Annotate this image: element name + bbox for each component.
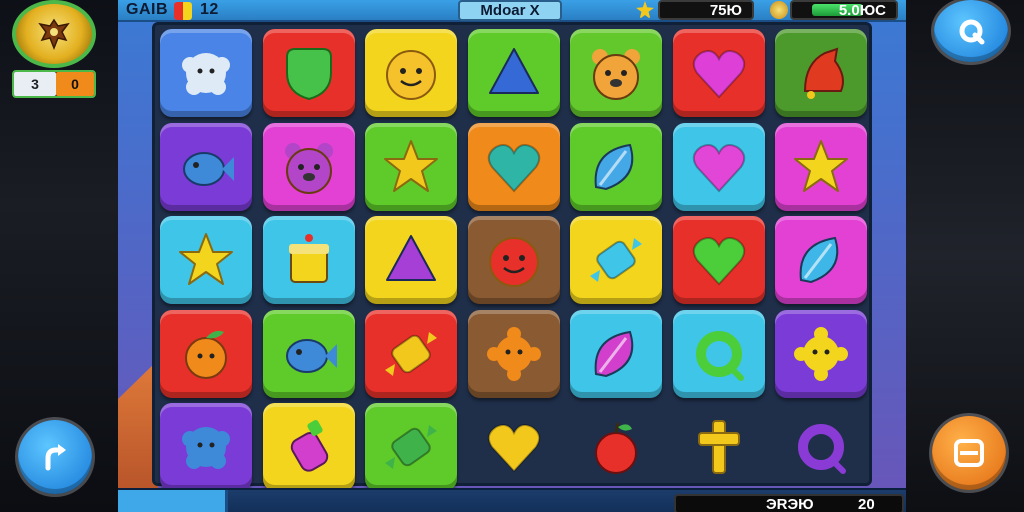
bottom-score-panel: ЭRЭЮ 20	[674, 494, 904, 512]
board-tile[interactable]	[467, 309, 560, 398]
moves-value: 75Ю	[709, 2, 742, 19]
top-hud-bar: GAIB 12 Mdoar X 75Ю 5.0ЮC	[118, 0, 906, 22]
game-board	[152, 22, 872, 491]
board-tile[interactable]	[262, 216, 355, 304]
booster-icon	[174, 2, 192, 20]
star-piece-icon	[179, 233, 233, 285]
heart-piece-icon	[487, 143, 540, 192]
board-tile[interactable]	[673, 403, 765, 491]
coins-value: 5.0ЮC	[838, 2, 886, 19]
star-piece-icon	[384, 139, 438, 192]
ring-piece-icon	[695, 330, 744, 381]
flower-piece-icon	[794, 326, 848, 381]
leaf-piece-icon	[799, 236, 839, 284]
board-tile[interactable]	[365, 122, 457, 211]
board-tile[interactable]	[365, 309, 457, 398]
player-badge-left: 3	[14, 72, 56, 96]
candy-piece-icon	[385, 425, 437, 469]
board-tile[interactable]	[262, 403, 355, 491]
heart-piece-icon	[692, 237, 745, 286]
board-tile[interactable]	[365, 216, 457, 304]
refresh-button[interactable]	[934, 0, 1008, 62]
fish-piece-icon	[285, 338, 337, 373]
leaf-piece-icon	[594, 143, 634, 190]
triangle-piece-icon	[386, 235, 436, 281]
board-tile[interactable]	[365, 403, 457, 491]
board-tile[interactable]	[262, 29, 355, 117]
mode-indicator[interactable]: Mdoar X	[458, 0, 562, 21]
hud-title-count: 12	[200, 1, 219, 18]
star-piece-icon	[794, 139, 848, 192]
board-tile[interactable]	[467, 122, 560, 211]
cross-piece-icon	[697, 420, 740, 474]
ring-piece-icon	[798, 424, 846, 474]
star-icon	[636, 1, 654, 19]
bottle-piece-icon	[290, 420, 328, 472]
bottom-score-label: ЭRЭЮ	[766, 496, 814, 512]
fruit-piece-icon	[185, 330, 227, 379]
puff-piece-icon	[182, 427, 230, 469]
board-tile[interactable]	[570, 29, 662, 117]
board-tile[interactable]	[672, 309, 765, 398]
board-tile[interactable]	[672, 122, 765, 211]
redo-button[interactable]	[18, 420, 92, 494]
board-tile[interactable]	[467, 216, 560, 304]
board-tile[interactable]	[160, 216, 252, 304]
menu-icon	[954, 439, 984, 467]
heart-piece-icon	[692, 50, 745, 99]
board-tile[interactable]	[570, 403, 662, 491]
bottom-hud-bar: ЭRЭЮ 20	[118, 488, 906, 512]
board-tile[interactable]	[262, 122, 355, 211]
refresh-icon	[959, 19, 985, 45]
board-tile[interactable]	[775, 29, 867, 117]
eagle-emblem-icon	[38, 18, 70, 51]
bell-piece-icon	[803, 47, 844, 99]
bottom-score-value: 20	[858, 496, 875, 512]
menu-button[interactable]	[932, 416, 1006, 490]
player-badge: 3 0	[12, 70, 96, 98]
leaf-piece-icon	[594, 330, 634, 377]
bear-piece-icon	[592, 49, 640, 100]
board-tile[interactable]	[160, 309, 252, 398]
board-tile[interactable]	[262, 309, 355, 398]
bear-piece-icon	[284, 142, 333, 194]
board-tile[interactable]	[570, 309, 662, 398]
face-piece-icon	[488, 237, 539, 287]
cake-piece-icon	[288, 234, 329, 283]
flower-piece-icon	[486, 326, 541, 381]
board-tile[interactable]	[467, 29, 560, 117]
redo-arrow-icon	[45, 444, 66, 471]
board-tile[interactable]	[672, 216, 765, 304]
board-tile[interactable]	[468, 403, 560, 491]
bottom-left-panel	[118, 490, 228, 512]
board-tile[interactable]	[160, 29, 252, 117]
board-tile[interactable]	[160, 403, 252, 491]
mode-label: Mdoar X	[480, 2, 540, 19]
moves-counter: 75Ю	[658, 0, 754, 20]
board-tile[interactable]	[672, 29, 765, 117]
board-tile[interactable]	[365, 29, 457, 117]
board-tile[interactable]	[775, 122, 867, 211]
heart-piece-icon	[692, 143, 745, 192]
apple-piece-icon	[595, 422, 637, 474]
board-tile[interactable]	[775, 216, 867, 304]
player-badge-right: 0	[56, 72, 94, 96]
coin-icon	[770, 1, 788, 19]
board-tile[interactable]	[775, 309, 867, 398]
hud-title-label: GAIB	[126, 1, 168, 18]
triangle-piece-icon	[488, 48, 539, 94]
board-tile[interactable]	[775, 403, 867, 491]
shield-piece-icon	[285, 48, 332, 101]
puff-piece-icon	[182, 53, 230, 95]
coins-counter: 5.0ЮC	[790, 0, 898, 20]
candy-piece-icon	[385, 331, 437, 376]
board-tile[interactable]	[570, 122, 662, 211]
player-emblem[interactable]	[12, 0, 96, 68]
board-tile[interactable]	[160, 122, 252, 211]
fish-piece-icon	[183, 151, 234, 186]
heart-piece-icon	[487, 424, 540, 473]
candy-piece-icon	[590, 238, 642, 282]
face-piece-icon	[386, 50, 436, 100]
board-tile[interactable]	[570, 216, 662, 304]
